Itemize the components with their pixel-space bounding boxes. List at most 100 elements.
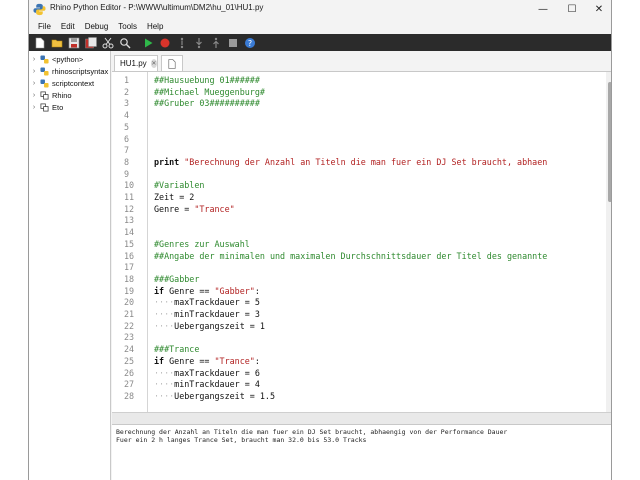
tree-item-rhino[interactable]: › Rhino xyxy=(29,90,72,101)
output-panel: Berechnung der Anzahl an Titeln die man … xyxy=(112,424,611,480)
new-file-icon xyxy=(35,37,44,48)
code-token: ···· xyxy=(154,297,175,308)
tree-item-label: Rhino xyxy=(52,91,72,100)
code-token: ···· xyxy=(154,390,175,401)
line-number: 6 xyxy=(124,133,130,144)
step-into-button[interactable] xyxy=(192,36,205,49)
chevron-right-icon[interactable]: › xyxy=(29,92,39,99)
line-number: 24 xyxy=(124,344,135,355)
new-file-button[interactable] xyxy=(33,36,46,49)
code-token: print xyxy=(154,156,180,167)
code-line: ····minTrackdauer = 4 xyxy=(154,379,260,391)
code-token: ···· xyxy=(154,320,175,331)
tree-item-label: <python> xyxy=(52,55,84,64)
save-icon xyxy=(68,37,79,48)
tree-item-label: rhinoscriptsyntax xyxy=(52,67,109,76)
code-token: "Trance" xyxy=(194,203,235,214)
code-token: Zeit = 2 xyxy=(154,192,195,202)
line-number: 4 xyxy=(124,110,130,121)
help-button[interactable]: ? xyxy=(243,36,256,49)
python-icon xyxy=(39,79,49,89)
menu-help[interactable]: Help xyxy=(142,22,168,31)
code-line: ##Gruber 03########## xyxy=(154,98,260,110)
code-token: if xyxy=(154,285,165,296)
chevron-right-icon[interactable]: › xyxy=(29,56,39,63)
namespace-icon xyxy=(39,91,49,101)
line-number: 16 xyxy=(124,250,135,261)
code-line: ##Angabe der minimalen und maximalen Dur… xyxy=(154,251,547,263)
line-number: 5 xyxy=(124,121,130,132)
open-folder-icon xyxy=(51,39,62,47)
line-number: 3 xyxy=(124,98,130,109)
menu-tools[interactable]: Tools xyxy=(113,22,142,31)
new-tab-button[interactable] xyxy=(161,55,183,71)
line-number: 21 xyxy=(124,309,135,319)
code-token: minTrackdauer = 4 xyxy=(174,379,260,390)
tree-item-eto[interactable]: › Eto xyxy=(29,102,63,113)
code-line: ###Gabber xyxy=(154,274,199,286)
maximize-button[interactable]: ☐ xyxy=(558,0,586,19)
pane-splitter[interactable] xyxy=(112,412,611,424)
save-all-button[interactable] xyxy=(84,36,97,49)
close-icon: ✕ xyxy=(594,4,604,15)
code-token: ###Trance xyxy=(154,344,200,355)
code-token: Genre == xyxy=(164,285,215,296)
chevron-right-icon[interactable]: › xyxy=(29,68,39,75)
tab-bar: HU1.py ✕ xyxy=(112,51,611,71)
menu-file[interactable]: File xyxy=(33,22,56,31)
tree-item-rhinoscriptsyntax[interactable]: › rhinoscriptsyntax xyxy=(29,66,108,77)
close-tab-icon[interactable]: ✕ xyxy=(150,59,157,68)
code-editor[interactable]: 1 2 3 4 5 6 7 8 9 10 11 12 13 14 15 16 17 18 19 20 21 22 23 24 2… xyxy=(112,71,611,412)
tree-item-label: Eto xyxy=(52,103,64,112)
stop-icon xyxy=(160,38,169,47)
menu-edit[interactable]: Edit xyxy=(56,22,80,31)
chevron-right-icon[interactable]: › xyxy=(29,80,39,87)
window-title: Rhino Python Editor - P:\WWW\ultimum\DM2… xyxy=(50,3,264,12)
code-line: if Genre == "Gabber": xyxy=(154,286,260,298)
chevron-right-icon[interactable]: › xyxy=(29,104,39,111)
namespace-icon xyxy=(39,103,49,113)
code-token: if xyxy=(154,355,165,366)
line-number: 19 xyxy=(124,285,135,296)
menu-debug[interactable]: Debug xyxy=(80,22,114,31)
code-line: ····Uebergangszeit = 1 xyxy=(154,321,265,333)
tree-item-scriptcontext[interactable]: › scriptcontext xyxy=(29,78,94,89)
line-number: 13 xyxy=(124,215,135,226)
code-line: Genre = "Trance" xyxy=(154,204,235,216)
save-button[interactable] xyxy=(67,36,80,49)
code-token: ···· xyxy=(154,379,175,390)
line-number: 20 xyxy=(124,297,135,308)
tab-label: HU1.py xyxy=(120,59,147,68)
run-button[interactable] xyxy=(141,36,154,49)
scrollbar-thumb[interactable] xyxy=(608,82,611,202)
open-button[interactable] xyxy=(50,36,63,49)
line-number: 2 xyxy=(124,86,130,97)
minimize-button[interactable]: — xyxy=(529,0,557,19)
breakpoint-button[interactable] xyxy=(226,36,239,49)
namespace-tree: › <python> › rhinoscriptsyntax › scriptc… xyxy=(29,51,111,480)
line-number: 8 xyxy=(124,156,130,167)
step-out-button[interactable] xyxy=(209,36,222,49)
line-number: 17 xyxy=(124,262,135,273)
code-line: #Genres zur Auswahl xyxy=(154,239,250,251)
code-line: ····Uebergangszeit = 1.5 xyxy=(154,391,275,403)
tab-hu1[interactable]: HU1.py ✕ xyxy=(114,55,158,71)
code-line: ##Michael Mueggenburg# xyxy=(154,87,265,99)
tree-item-label: scriptcontext xyxy=(52,79,95,88)
code-token: ···· xyxy=(154,367,175,378)
cut-button[interactable] xyxy=(101,36,114,49)
line-number: 18 xyxy=(124,273,135,284)
close-window-button[interactable]: ✕ xyxy=(585,0,611,19)
code-line: print "Berechnung der Anzahl an Titeln d… xyxy=(154,157,547,169)
python-icon xyxy=(39,55,49,65)
stop-button[interactable] xyxy=(158,36,171,49)
find-button[interactable] xyxy=(118,36,131,49)
code-token: Genre = xyxy=(154,203,195,214)
svg-text:?: ? xyxy=(247,39,251,48)
editor-window: Rhino Python Editor - P:\WWW\ultimum\DM2… xyxy=(28,0,612,480)
step-over-button[interactable] xyxy=(175,36,188,49)
vertical-scrollbar[interactable] xyxy=(606,72,611,412)
step-over-icon xyxy=(180,37,183,48)
cut-icon xyxy=(102,37,113,48)
tree-item-python[interactable]: › <python> xyxy=(29,54,83,65)
